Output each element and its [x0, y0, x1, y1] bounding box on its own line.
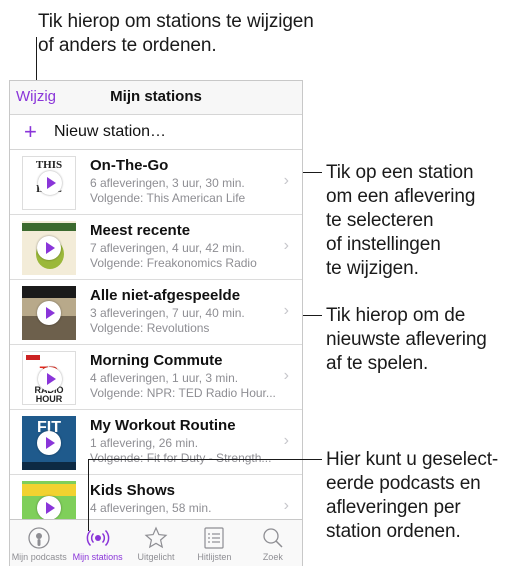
station-title: On-The-Go — [90, 157, 169, 174]
chevron-right-icon: › — [283, 497, 289, 514]
tab-my-podcasts[interactable]: Mijn podcasts — [10, 520, 68, 566]
station-episodes: 6 afleveringen, 3 uur, 30 min. — [90, 176, 245, 190]
callout-play-line: nieuwste aflevering — [326, 329, 487, 350]
chevron-right-icon: › — [283, 302, 289, 319]
callout-order-line: afleveringen per — [326, 497, 461, 518]
callout-order-line: eerde podcasts en — [326, 473, 481, 494]
station-next: Volgende: Freakonomics Radio — [90, 256, 257, 270]
tab-label: Zoek — [262, 552, 283, 562]
tab-my-stations[interactable]: Mijn stations — [68, 520, 126, 566]
chevron-right-icon: › — [283, 367, 289, 384]
station-title: Alle niet-afgespeelde — [90, 287, 241, 304]
tab-label: Mijn stations — [72, 552, 123, 562]
callout-select-line: te wijzigen. — [326, 258, 419, 279]
page-title: Mijn stations — [110, 88, 202, 105]
tab-charts[interactable]: Hitlijsten — [185, 520, 243, 566]
tab-featured[interactable]: Uitgelicht — [127, 520, 185, 566]
station-episodes: 1 aflevering, 26 min. — [90, 436, 199, 450]
callout-play-line: af te spelen. — [326, 353, 429, 374]
callout-select-line: Tik op een station — [326, 162, 474, 183]
nav-bar: Wijzig Mijn stations — [10, 81, 302, 114]
station-row[interactable]: FIT My Workout Routine 1 aflevering, 26 … — [10, 410, 302, 475]
stations-icon — [68, 526, 126, 550]
callout-edit-line: Tik hierop om stations te wijzigen — [38, 11, 314, 32]
callout-order-line: Hier kunt u geselect- — [326, 449, 499, 470]
podcast-artwork: THISLIFE — [22, 156, 76, 210]
tab-label: Hitlijsten — [197, 552, 232, 562]
station-title: Kids Shows — [90, 482, 176, 499]
station-title: My Workout Routine — [90, 417, 236, 434]
callout-select-line: om een aflevering — [326, 186, 476, 207]
station-next: Volgende: Fit for Duty - Strength... — [90, 451, 272, 465]
callout-play-line: Tik hierop om de — [326, 305, 466, 326]
callout-order-leader — [88, 459, 322, 460]
podcast-artwork — [22, 221, 76, 275]
star-icon — [127, 526, 185, 550]
station-row[interactable]: TD RADIOHOUR Morning Commute 4 afleverin… — [10, 345, 302, 410]
callout-edit: Tik hierop om stations te wijzigen of an… — [38, 10, 314, 58]
station-episodes: 4 afleveringen, 1 uur, 3 min. — [90, 371, 239, 385]
list-icon — [185, 526, 243, 550]
stations-screen: Wijzig Mijn stations + Nieuw station… TH… — [9, 80, 303, 566]
station-next: Volgende: NPR: TED Radio Hour... — [90, 386, 276, 400]
station-title: Morning Commute — [90, 352, 223, 369]
station-episodes: 7 afleveringen, 4 uur, 42 min. — [90, 241, 245, 255]
new-station-button[interactable]: + Nieuw station… — [10, 114, 302, 150]
tab-bar: Mijn podcasts Mijn stations Uitgelicht H… — [10, 519, 302, 566]
callout-order-line: station ordenen. — [326, 521, 461, 542]
play-button[interactable] — [38, 367, 62, 391]
station-next: Volgende: This American Life — [90, 191, 246, 205]
station-episodes: 3 afleveringen, 7 uur, 40 min. — [90, 306, 245, 320]
station-row[interactable]: Meest recente 7 afleveringen, 4 uur, 42 … — [10, 215, 302, 280]
play-button[interactable] — [37, 301, 61, 325]
station-row[interactable]: Alle niet-afgespeelde 3 afleveringen, 7 … — [10, 280, 302, 345]
callout-select-line: te selecteren — [326, 210, 434, 231]
callout-select-line: of instellingen — [326, 234, 441, 255]
callout-edit-line: of anders te ordenen. — [38, 35, 217, 56]
new-station-label: Nieuw station… — [54, 123, 167, 140]
play-button[interactable] — [37, 236, 61, 260]
station-next: Volgende: Revolutions — [90, 321, 210, 335]
podcast-artwork — [22, 286, 76, 340]
callout-play: Tik hierop om de nieuwste aflevering af … — [326, 304, 487, 376]
tab-search[interactable]: Zoek — [244, 520, 302, 566]
play-button[interactable] — [37, 431, 61, 455]
station-episodes: 4 afleveringen, 58 min. — [90, 501, 212, 515]
podcast-artwork: FIT — [22, 416, 76, 470]
tab-label: Uitgelicht — [137, 552, 175, 562]
chevron-right-icon: › — [283, 432, 289, 449]
play-button[interactable] — [37, 496, 61, 520]
station-list: THISLIFE On-The-Go 6 afleveringen, 3 uur… — [10, 150, 302, 540]
podcast-artwork: TD RADIOHOUR — [22, 351, 76, 405]
chevron-right-icon: › — [283, 237, 289, 254]
tab-label: Mijn podcasts — [11, 552, 67, 562]
plus-icon: + — [24, 119, 37, 144]
station-title: Meest recente — [90, 222, 191, 239]
play-button[interactable] — [38, 171, 62, 195]
podcasts-icon — [10, 526, 68, 550]
callout-order-leader — [88, 459, 89, 531]
chevron-right-icon: › — [283, 172, 289, 189]
station-row[interactable]: THISLIFE On-The-Go 6 afleveringen, 3 uur… — [10, 150, 302, 215]
callout-order: Hier kunt u geselect- eerde podcasts en … — [326, 448, 498, 544]
callout-select: Tik op een station om een aflevering te … — [326, 161, 475, 281]
search-icon — [244, 526, 302, 550]
